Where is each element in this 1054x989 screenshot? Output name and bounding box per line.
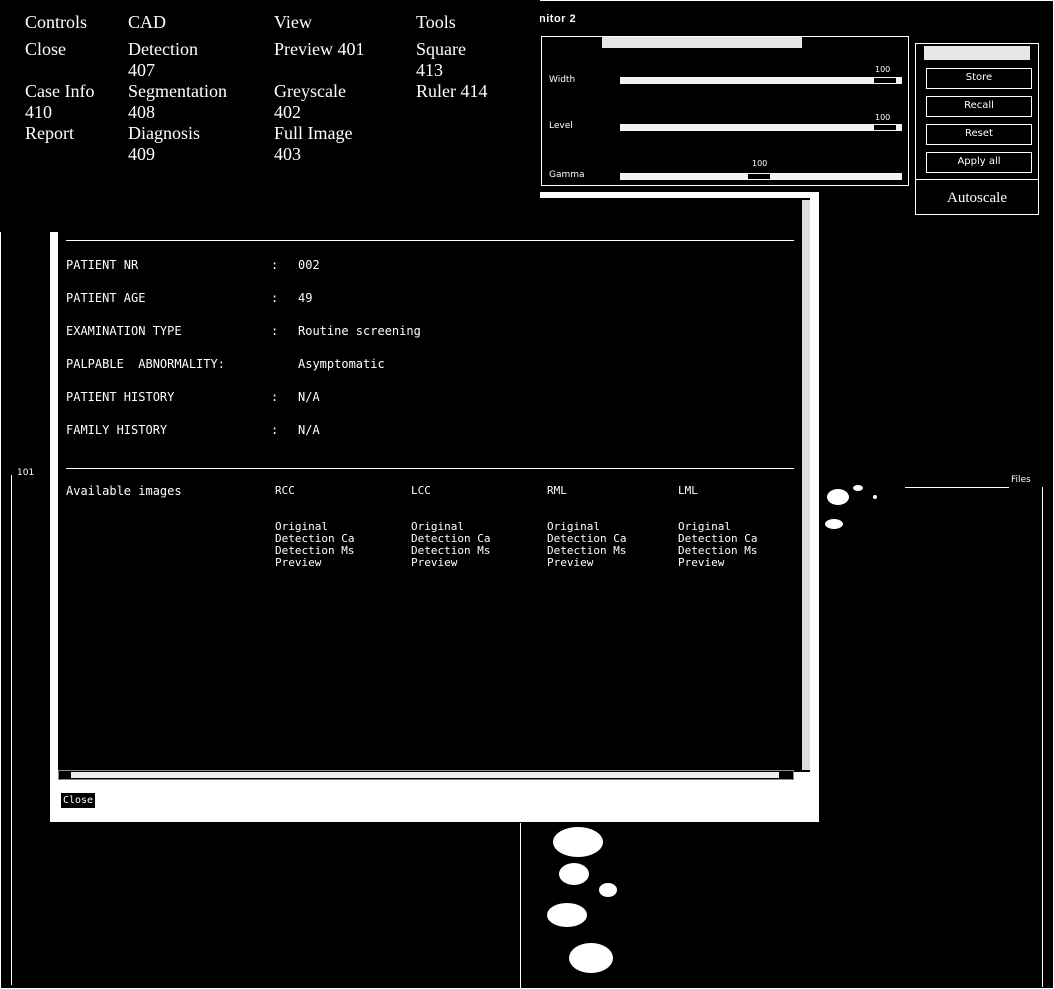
image-link-preview[interactable]: Preview xyxy=(678,557,800,569)
tissue-speck xyxy=(569,943,613,973)
field-label: PATIENT NR xyxy=(66,258,139,272)
tissue-speck xyxy=(825,519,843,529)
right-pane-border xyxy=(1042,487,1043,987)
menu-item-diagnosis[interactable]: Diagnosis 409 xyxy=(128,123,223,165)
field-label: PATIENT HISTORY xyxy=(66,390,175,404)
width-label: Width xyxy=(549,75,576,85)
image-link-preview[interactable]: Preview xyxy=(547,557,682,569)
menu-heading-controls[interactable]: Controls xyxy=(25,12,120,33)
image-column-lcc: LCC Original Detection Ca Detection Ms P… xyxy=(411,484,546,569)
field-value: N/A xyxy=(298,423,320,437)
field-value: Routine screening xyxy=(298,324,421,338)
view-heading-rcc: RCC xyxy=(275,484,295,497)
gamma-slider-thumb[interactable] xyxy=(748,174,770,179)
tissue-speck xyxy=(853,485,863,491)
width-value: 100 xyxy=(875,65,891,74)
mammogram-image-right[interactable] xyxy=(823,481,903,571)
case-info-content: PATIENT NR : 002 PATIENT AGE : 49 EXAMIN… xyxy=(58,198,810,772)
width-slider[interactable] xyxy=(620,77,902,84)
monitor-title: nitor 2 xyxy=(539,13,577,25)
reset-button[interactable]: Reset xyxy=(926,124,1032,145)
tissue-speck xyxy=(827,489,849,505)
separator-top xyxy=(66,240,794,241)
view-heading-lml: LML xyxy=(678,484,698,497)
view-heading-lcc: LCC xyxy=(411,484,431,497)
mammogram-image-lower[interactable] xyxy=(539,823,651,986)
menu-item-greyscale[interactable]: Greyscale 402 xyxy=(274,81,374,123)
menu-item-full-image[interactable]: Full Image 403 xyxy=(274,123,374,165)
gamma-value: 100 xyxy=(752,159,768,168)
files-label: Files xyxy=(1011,475,1031,485)
field-colon: : xyxy=(271,291,279,305)
image-link-preview[interactable]: Preview xyxy=(411,557,546,569)
gamma-label: Gamma xyxy=(549,170,585,180)
case-info-dialog: PATIENT NR : 002 PATIENT AGE : 49 EXAMIN… xyxy=(50,192,819,822)
close-button[interactable]: Close xyxy=(60,792,96,809)
menu-item-ruler[interactable]: Ruler 414 xyxy=(416,81,526,102)
level-slider[interactable] xyxy=(620,124,902,131)
level-value: 100 xyxy=(875,113,891,122)
tissue-speck xyxy=(559,863,589,885)
field-colon: : xyxy=(271,390,279,404)
field-label: PATIENT AGE xyxy=(66,291,146,305)
image-settings-panel: Store Recall Reset Apply all Autoscale xyxy=(915,43,1039,215)
width-slider-thumb[interactable] xyxy=(874,78,896,83)
tissue-speck xyxy=(599,883,617,897)
main-menu: Controls Close Case Info 410 Report CAD … xyxy=(0,0,540,232)
horizontal-scrollbar[interactable] xyxy=(58,770,794,780)
pane-divider xyxy=(520,823,521,989)
image-column-lml: LML Original Detection Ca Detection Ms P… xyxy=(678,484,800,569)
tissue-speck xyxy=(553,827,603,857)
field-label: EXAMINATION TYPE xyxy=(66,324,182,338)
image-column-rcc: RCC Original Detection Ca Detection Ms P… xyxy=(275,484,410,569)
right-pane-top-border xyxy=(905,487,1009,488)
menu-column-tools: Tools Square 413 Ruler 414 xyxy=(416,12,526,102)
menu-item-detection[interactable]: Detection 407 xyxy=(128,39,223,81)
recall-button[interactable]: Recall xyxy=(926,96,1032,117)
field-label: PALPABLE ABNORMALITY: xyxy=(66,357,225,371)
tissue-speck xyxy=(547,903,587,927)
apply-all-button[interactable]: Apply all xyxy=(926,152,1032,173)
field-colon: : xyxy=(271,258,279,272)
available-images-label: Available images xyxy=(66,484,182,498)
level-label: Level xyxy=(549,121,573,131)
image-column-rml: RML Original Detection Ca Detection Ms P… xyxy=(547,484,682,569)
menu-item-case-info[interactable]: Case Info 410 xyxy=(25,81,100,123)
autoscale-button[interactable]: Autoscale xyxy=(916,179,1038,215)
menu-column-view: View Preview 401 Greyscale 402 Full Imag… xyxy=(274,12,404,165)
left-pane-border xyxy=(11,475,12,985)
menu-heading-view[interactable]: View xyxy=(274,12,404,33)
window-level-panel: Width 100 Level 100 Gamma 100 xyxy=(541,36,909,186)
menu-item-segmentation[interactable]: Segmentation 408 xyxy=(128,81,258,123)
field-label: FAMILY HISTORY xyxy=(66,423,168,437)
settings-header xyxy=(924,46,1030,60)
menu-column-controls: Controls Close Case Info 410 Report xyxy=(25,12,120,144)
left-pane-tag: 101 xyxy=(17,468,35,478)
vertical-scrollbar[interactable] xyxy=(802,200,810,770)
menu-heading-cad[interactable]: CAD xyxy=(128,12,268,33)
window-level-header xyxy=(602,37,802,48)
field-value: 49 xyxy=(298,291,313,305)
menu-item-close[interactable]: Close xyxy=(25,39,120,81)
menu-heading-tools[interactable]: Tools xyxy=(416,12,526,33)
horizontal-scrollbar-thumb[interactable] xyxy=(71,772,779,778)
view-heading-rml: RML xyxy=(547,484,567,497)
image-link-preview[interactable]: Preview xyxy=(275,557,410,569)
field-colon: : xyxy=(271,423,279,437)
field-colon: : xyxy=(271,324,279,338)
menu-column-cad: CAD Detection 407 Segmentation 408 Diagn… xyxy=(128,12,268,165)
menu-item-square[interactable]: Square 413 xyxy=(416,39,486,81)
field-value: Asymptomatic xyxy=(298,357,385,371)
field-value: N/A xyxy=(298,390,320,404)
level-slider-thumb[interactable] xyxy=(874,125,896,130)
separator-bottom xyxy=(66,468,794,469)
field-value: 002 xyxy=(298,258,320,272)
store-button[interactable]: Store xyxy=(926,68,1032,89)
menu-item-report[interactable]: Report xyxy=(25,123,120,144)
tissue-speck xyxy=(873,495,877,499)
menu-item-preview[interactable]: Preview 401 xyxy=(274,39,404,81)
gamma-slider[interactable] xyxy=(620,173,902,180)
